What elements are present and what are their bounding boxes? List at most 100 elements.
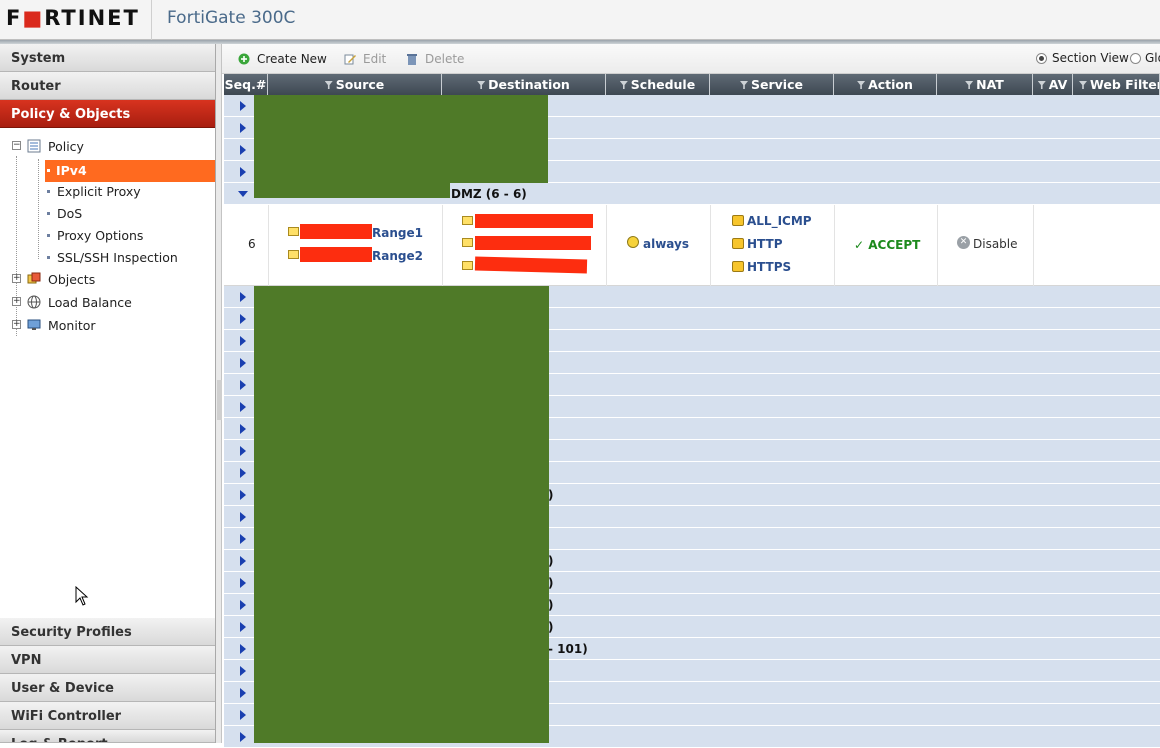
col-action[interactable]: Action bbox=[834, 74, 937, 95]
nav-policy-objects[interactable]: Policy & Objects bbox=[0, 100, 215, 128]
schedule-clock-icon bbox=[627, 236, 639, 248]
filter-icon[interactable] bbox=[965, 81, 974, 89]
global-view-radio[interactable] bbox=[1130, 53, 1141, 64]
col-schedule[interactable]: Schedule bbox=[606, 74, 710, 95]
expand-arrow-icon[interactable] bbox=[240, 336, 246, 346]
expand-arrow-icon[interactable] bbox=[240, 600, 246, 610]
col-nat[interactable]: NAT bbox=[937, 74, 1033, 95]
expand-arrow-icon[interactable] bbox=[240, 710, 246, 720]
tree-item-policy[interactable]: − Policy bbox=[0, 136, 215, 158]
tree-item-explicit-proxy[interactable]: Explicit Proxy bbox=[0, 181, 215, 203]
nav-vpn[interactable]: VPN bbox=[0, 646, 215, 674]
toolbar: Create New Edit Delete Section View Glo bbox=[222, 44, 1160, 74]
table-row[interactable]: 6 Range1 Range2 always ALL_ICMP HTTP HTT… bbox=[224, 205, 1160, 286]
col-web-filter[interactable]: Web Filter bbox=[1073, 74, 1160, 95]
col-destination[interactable]: Destination bbox=[442, 74, 606, 95]
service-item[interactable]: HTTPS bbox=[747, 260, 791, 274]
collapse-arrow-icon[interactable] bbox=[238, 191, 248, 197]
tree-item-load-balance[interactable]: + Load Balance bbox=[0, 292, 215, 314]
expand-arrow-icon[interactable] bbox=[240, 622, 246, 632]
nav-security-profiles[interactable]: Security Profiles bbox=[0, 618, 215, 646]
expand-arrow-icon[interactable] bbox=[240, 402, 246, 412]
tree-label: Objects bbox=[48, 272, 96, 287]
schedule-value[interactable]: always bbox=[643, 237, 689, 251]
expand-icon[interactable]: + bbox=[12, 297, 21, 306]
expand-arrow-icon[interactable] bbox=[240, 578, 246, 588]
filter-icon[interactable] bbox=[324, 81, 333, 89]
tree-item-proxy-options[interactable]: Proxy Options bbox=[0, 225, 215, 247]
address-icon bbox=[462, 261, 473, 270]
globe-icon bbox=[27, 295, 41, 309]
redaction-mark bbox=[300, 224, 372, 239]
tree-label: Load Balance bbox=[48, 295, 132, 310]
filter-icon[interactable] bbox=[1037, 81, 1046, 89]
bullet-icon bbox=[47, 234, 50, 237]
collapse-icon[interactable]: − bbox=[12, 141, 21, 150]
expand-arrow-icon[interactable] bbox=[240, 556, 246, 566]
tree-item-ssl-ssh[interactable]: SSL/SSH Inspection bbox=[0, 247, 215, 269]
action-accept: ✓ ACCEPT bbox=[854, 238, 921, 252]
expand-arrow-icon[interactable] bbox=[240, 688, 246, 698]
expand-arrow-icon[interactable] bbox=[240, 167, 246, 177]
expand-arrow-icon[interactable] bbox=[240, 468, 246, 478]
expand-arrow-icon[interactable] bbox=[240, 292, 246, 302]
cell-divider bbox=[937, 205, 938, 286]
tree-item-dos[interactable]: DoS bbox=[0, 203, 215, 225]
service-icon bbox=[732, 261, 744, 272]
nav-wifi-controller[interactable]: WiFi Controller bbox=[0, 702, 215, 730]
service-item[interactable]: ALL_ICMP bbox=[747, 214, 812, 228]
expand-arrow-icon[interactable] bbox=[240, 123, 246, 133]
bullet-icon bbox=[47, 256, 50, 259]
sidebar: System Router Policy & Objects − Policy … bbox=[0, 44, 216, 743]
expand-arrow-icon[interactable] bbox=[240, 358, 246, 368]
col-service[interactable]: Service bbox=[710, 74, 834, 95]
global-view-label: Glo bbox=[1145, 51, 1160, 65]
nav-router[interactable]: Router bbox=[0, 72, 215, 100]
table-header: Seq.# Source Destination Schedule Servic… bbox=[224, 74, 1160, 95]
filter-icon[interactable] bbox=[857, 81, 866, 89]
monitor-icon bbox=[27, 319, 41, 330]
expand-arrow-icon[interactable] bbox=[240, 512, 246, 522]
tree-item-monitor[interactable]: + Monitor bbox=[0, 315, 215, 337]
expand-arrow-icon[interactable] bbox=[240, 666, 246, 676]
redaction-mark bbox=[475, 236, 591, 250]
expand-arrow-icon[interactable] bbox=[240, 732, 246, 742]
source-address[interactable]: Range2 bbox=[372, 249, 423, 263]
cell-divider bbox=[442, 205, 443, 286]
expand-icon[interactable]: + bbox=[12, 274, 21, 283]
nav-log-report[interactable]: Log & Report bbox=[0, 730, 215, 743]
cell-divider bbox=[606, 205, 607, 286]
tree-item-objects[interactable]: + Objects bbox=[0, 269, 215, 291]
expand-arrow-icon[interactable] bbox=[240, 380, 246, 390]
source-address[interactable]: Range1 bbox=[372, 226, 423, 240]
disable-icon: ✕ bbox=[957, 236, 970, 249]
service-item[interactable]: HTTP bbox=[747, 237, 782, 251]
section-label: - 101) bbox=[548, 642, 588, 656]
objects-icon bbox=[27, 272, 41, 284]
nav-user-device[interactable]: User & Device bbox=[0, 674, 215, 702]
expand-arrow-icon[interactable] bbox=[240, 446, 246, 456]
filter-icon[interactable] bbox=[477, 81, 486, 89]
bullet-icon bbox=[47, 190, 50, 193]
redaction-block bbox=[254, 183, 450, 198]
expand-arrow-icon[interactable] bbox=[240, 145, 246, 155]
filter-icon[interactable] bbox=[1079, 81, 1087, 89]
expand-arrow-icon[interactable] bbox=[240, 490, 246, 500]
address-icon bbox=[288, 227, 299, 236]
nav-system[interactable]: System bbox=[0, 44, 215, 72]
tree-label: SSL/SSH Inspection bbox=[57, 250, 178, 265]
expand-arrow-icon[interactable] bbox=[240, 534, 246, 544]
expand-arrow-icon[interactable] bbox=[240, 644, 246, 654]
filter-icon[interactable] bbox=[740, 81, 749, 89]
address-icon bbox=[462, 238, 473, 247]
expand-arrow-icon[interactable] bbox=[240, 101, 246, 111]
expand-arrow-icon[interactable] bbox=[240, 314, 246, 324]
col-av[interactable]: AV bbox=[1033, 74, 1073, 95]
expand-icon[interactable]: + bbox=[12, 320, 21, 329]
expand-arrow-icon[interactable] bbox=[240, 424, 246, 434]
section-view-radio[interactable] bbox=[1036, 53, 1047, 64]
tree-item-ipv4[interactable]: IPv4 bbox=[45, 160, 215, 182]
col-source[interactable]: Source bbox=[268, 74, 442, 95]
col-seq[interactable]: Seq.# bbox=[224, 74, 268, 95]
filter-icon[interactable] bbox=[619, 81, 628, 89]
